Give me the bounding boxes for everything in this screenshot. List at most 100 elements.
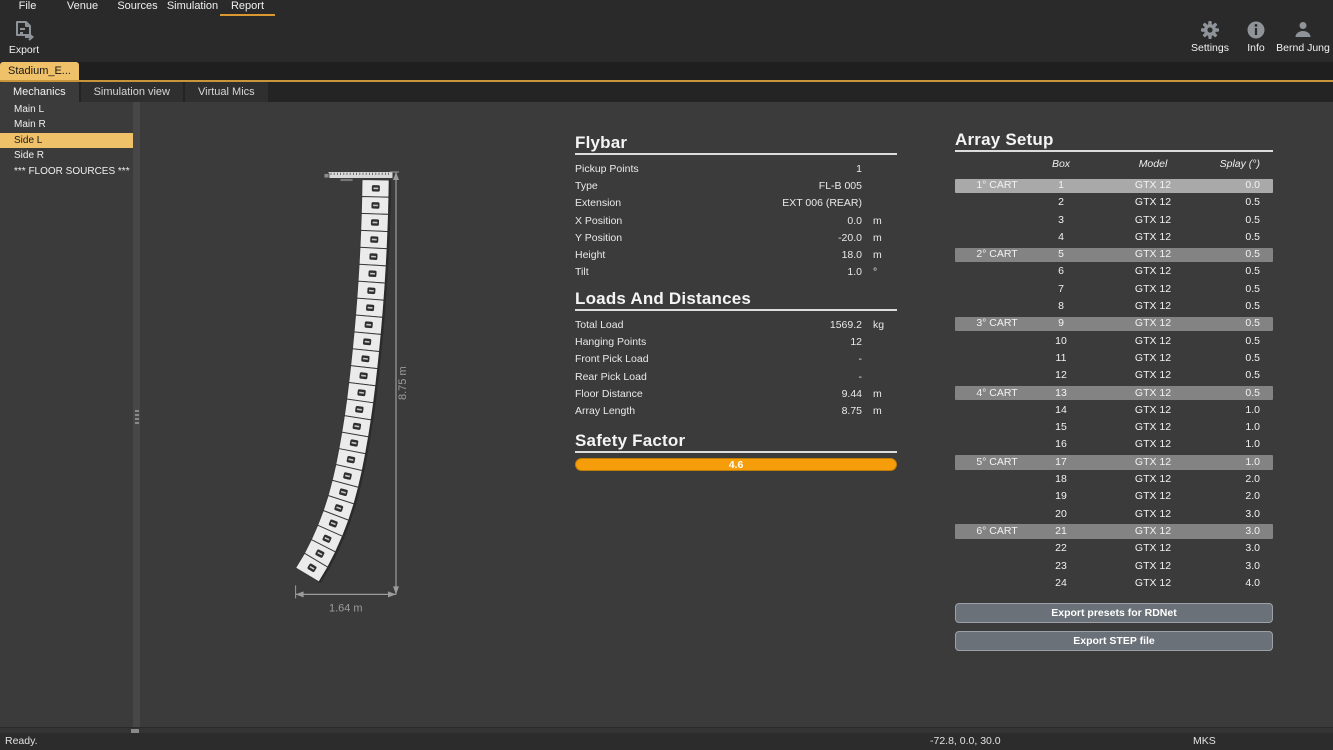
box-number: 3: [1039, 212, 1083, 229]
box-number: 22: [1039, 540, 1083, 557]
array-table-row: 11GTX 120.5: [955, 350, 1273, 367]
box-model: GTX 12: [1105, 540, 1201, 557]
box-model: GTX 12: [1105, 436, 1201, 453]
box-number: 8: [1039, 298, 1083, 315]
array-table-row: 18GTX 122.0: [955, 471, 1273, 488]
column-header-model: Model: [1105, 152, 1201, 177]
box-number: 21: [1039, 523, 1083, 540]
row-unit: m: [873, 215, 897, 227]
sidebar-item-main-r[interactable]: Main R: [0, 117, 133, 132]
box-splay: 0.0: [1245, 177, 1260, 194]
row-unit: m: [873, 249, 897, 261]
row-value: -20.0: [838, 232, 862, 244]
array-table-row: 12GTX 120.5: [955, 367, 1273, 384]
tab-mechanics[interactable]: Mechanics: [0, 82, 79, 102]
box-model: GTX 12: [1105, 523, 1201, 540]
row-unit: m: [873, 232, 897, 244]
box-splay: 4.0: [1245, 575, 1260, 592]
array-table-row: 5° CART17GTX 121.0: [955, 454, 1273, 471]
row-value: FL-B 005: [819, 180, 862, 192]
box-number: 24: [1039, 575, 1083, 592]
settings-button-label: Settings: [1191, 42, 1229, 54]
cart-label: 6° CART: [955, 523, 1039, 540]
box-model: GTX 12: [1105, 558, 1201, 575]
menu-venue[interactable]: Venue: [55, 0, 110, 16]
row-label: Tilt: [575, 266, 589, 278]
array-table-row: 6° CART21GTX 123.0: [955, 523, 1273, 540]
box-model: GTX 12: [1105, 246, 1201, 263]
cart-label: 3° CART: [955, 315, 1039, 332]
array-setup-title: Array Setup: [955, 130, 1273, 152]
box-number: 23: [1039, 558, 1083, 575]
user-icon: [1293, 20, 1313, 40]
row-label: Extension: [575, 197, 621, 209]
menu-file[interactable]: File: [0, 0, 55, 16]
loads-section-title: Loads And Distances: [575, 289, 897, 311]
box-number: 20: [1039, 506, 1083, 523]
export-button-label: Export: [9, 44, 39, 56]
row-label: Pickup Points: [575, 163, 639, 175]
sidebar-item-floor-sources[interactable]: *** FLOOR SOURCES ***: [0, 164, 133, 179]
info-icon: [1246, 20, 1266, 40]
splitter-handle[interactable]: [133, 102, 140, 727]
info-button[interactable]: Info: [1238, 20, 1274, 54]
box-splay: 0.5: [1245, 229, 1260, 246]
main-area: Main LMain RSide LSide R*** FLOOR SOURCE…: [0, 102, 1333, 727]
export-document-icon: [13, 20, 35, 42]
box-number: 7: [1039, 281, 1083, 298]
array-table-row: 8GTX 120.5: [955, 298, 1273, 315]
loads-row: Total Load1569.2kg: [575, 316, 897, 333]
array-table-row: 2° CART5GTX 120.5: [955, 246, 1273, 263]
user-button-label: Bernd Jung: [1276, 42, 1330, 54]
export-button[interactable]: Export: [2, 20, 46, 56]
row-value: 1.0: [847, 266, 862, 278]
box-model: GTX 12: [1105, 402, 1201, 419]
flybar-section-title: Flybar: [575, 133, 897, 155]
cursor-coordinates: -72.8, 0.0, 30.0: [930, 735, 1001, 747]
box-model: GTX 12: [1105, 385, 1201, 402]
user-account-button[interactable]: Bernd Jung: [1276, 20, 1330, 54]
flybar-row: Y Position-20.0m: [575, 229, 897, 246]
box-number: 9: [1039, 315, 1083, 332]
box-number: 10: [1039, 333, 1083, 350]
info-button-label: Info: [1247, 42, 1265, 54]
box-model: GTX 12: [1105, 315, 1201, 332]
status-text: Ready.: [5, 735, 38, 747]
height-dimension-label: 8.75 m: [397, 366, 409, 400]
row-value: -: [859, 371, 863, 383]
row-label: Hanging Points: [575, 336, 646, 348]
row-label: Array Length: [575, 405, 635, 417]
box-splay: 2.0: [1245, 471, 1260, 488]
sidebar-item-side-l[interactable]: Side L: [0, 133, 133, 148]
sidebar-item-main-l[interactable]: Main L: [0, 102, 133, 117]
sidebar-item-side-r[interactable]: Side R: [0, 148, 133, 163]
row-value: 1569.2: [830, 319, 862, 331]
flybar-row: Tilt1.0°: [575, 264, 897, 281]
menu-sources[interactable]: Sources: [110, 0, 165, 16]
box-number: 6: [1039, 263, 1083, 280]
box-model: GTX 12: [1105, 194, 1201, 211]
tab-virtual-mics[interactable]: Virtual Mics: [185, 82, 268, 102]
export-rdnet-button[interactable]: Export presets for RDNet: [955, 603, 1273, 623]
menu-simulation[interactable]: Simulation: [165, 0, 220, 16]
row-value: 18.0: [842, 249, 862, 261]
menu-report[interactable]: Report: [220, 0, 275, 16]
box-model: GTX 12: [1105, 471, 1201, 488]
box-splay: 2.0: [1245, 488, 1260, 505]
gear-icon: [1200, 20, 1220, 40]
export-step-button[interactable]: Export STEP file: [955, 631, 1273, 651]
box-number: 14: [1039, 402, 1083, 419]
array-table-row: 20GTX 123.0: [955, 506, 1273, 523]
array-table-row: 10GTX 120.5: [955, 333, 1273, 350]
cart-label: 5° CART: [955, 454, 1039, 471]
row-value: -: [859, 353, 863, 365]
loads-row: Array Length8.75m: [575, 402, 897, 419]
box-splay: 1.0: [1245, 419, 1260, 436]
loads-section: Loads And Distances Total Load1569.2kg Ha…: [575, 289, 897, 420]
row-label: Floor Distance: [575, 388, 643, 400]
settings-button[interactable]: Settings: [1186, 20, 1234, 54]
tab-simulation-view[interactable]: Simulation view: [81, 82, 183, 102]
row-unit: m: [873, 405, 897, 417]
row-value: 12: [850, 336, 862, 348]
document-tab[interactable]: Stadium_E...: [0, 62, 79, 80]
